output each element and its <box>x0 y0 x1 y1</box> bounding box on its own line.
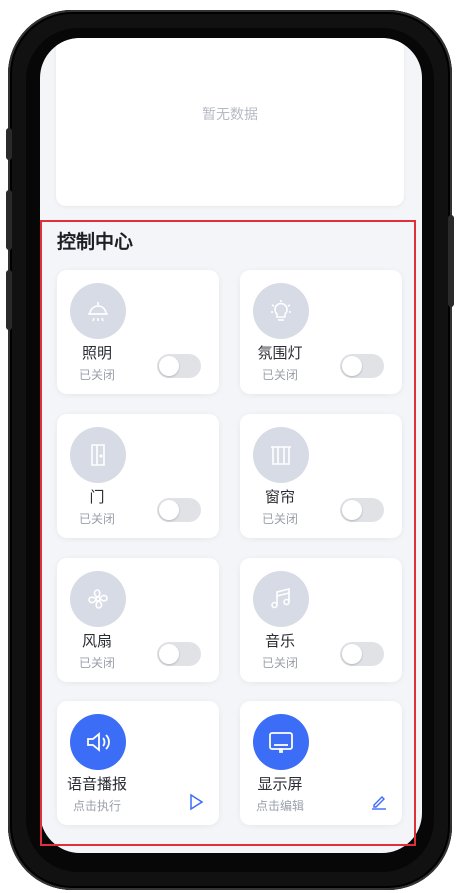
door-toggle[interactable] <box>157 498 201 522</box>
device-label: 音乐 <box>264 632 295 650</box>
toggle-knob <box>159 356 179 376</box>
device-status: 已关闭 <box>78 512 115 526</box>
device-label: 氛围灯 <box>257 344 303 362</box>
device-status: 已关闭 <box>78 656 115 670</box>
action-label: 语音播报 <box>66 775 127 793</box>
device-card-lighting[interactable]: 照明 已关闭 <box>57 270 219 394</box>
device-card-music[interactable]: 音乐 已关闭 <box>240 558 402 682</box>
device-label: 门 <box>89 488 105 506</box>
music-toggle[interactable] <box>340 642 384 666</box>
device-card-fan[interactable]: 风扇 已关闭 <box>57 558 219 682</box>
lighting-toggle[interactable] <box>157 354 201 378</box>
toggle-knob <box>159 644 179 664</box>
ceiling-lamp-icon <box>70 283 126 339</box>
volume-down-button <box>6 270 12 330</box>
power-button <box>448 215 454 307</box>
toggle-knob <box>342 644 362 664</box>
monitor-icon <box>253 714 309 770</box>
fan-toggle[interactable] <box>157 642 201 666</box>
empty-data-card: 暂无数据 <box>56 38 404 206</box>
device-status: 已关闭 <box>78 368 115 382</box>
action-label: 显示屏 <box>257 775 303 793</box>
action-card-voice-broadcast[interactable]: 语音播报 点击执行 <box>57 701 219 825</box>
action-card-display-screen[interactable]: 显示屏 点击编辑 <box>240 701 402 825</box>
fan-icon <box>70 571 126 627</box>
curtain-icon <box>253 427 309 483</box>
empty-state-text: 暂无数据 <box>202 107 258 123</box>
toggle-knob <box>342 356 362 376</box>
music-note-icon <box>253 571 309 627</box>
device-label: 照明 <box>81 344 112 362</box>
silent-switch <box>6 128 12 160</box>
device-label: 风扇 <box>81 632 112 650</box>
device-label: 窗帘 <box>264 488 295 506</box>
device-card-door[interactable]: 门 已关闭 <box>57 414 219 538</box>
device-status: 已关闭 <box>261 656 298 670</box>
play-icon[interactable] <box>187 793 205 811</box>
device-status: 已关闭 <box>261 512 298 526</box>
device-card-curtain[interactable]: 窗帘 已关闭 <box>240 414 402 538</box>
device-card-ambient-light[interactable]: 氛围灯 已关闭 <box>240 270 402 394</box>
ambient-light-toggle[interactable] <box>340 354 384 378</box>
device-status: 已关闭 <box>261 368 298 382</box>
action-subtext: 点击执行 <box>72 799 121 813</box>
door-icon <box>70 427 126 483</box>
action-subtext: 点击编辑 <box>255 799 304 813</box>
light-bulb-icon <box>253 283 309 339</box>
volume-up-button <box>6 190 12 250</box>
speaker-icon <box>70 714 126 770</box>
edit-icon[interactable] <box>370 793 388 811</box>
toggle-knob <box>342 500 362 520</box>
control-center-title: 控制中心 <box>57 231 134 253</box>
curtain-toggle[interactable] <box>340 498 384 522</box>
toggle-knob <box>159 500 179 520</box>
